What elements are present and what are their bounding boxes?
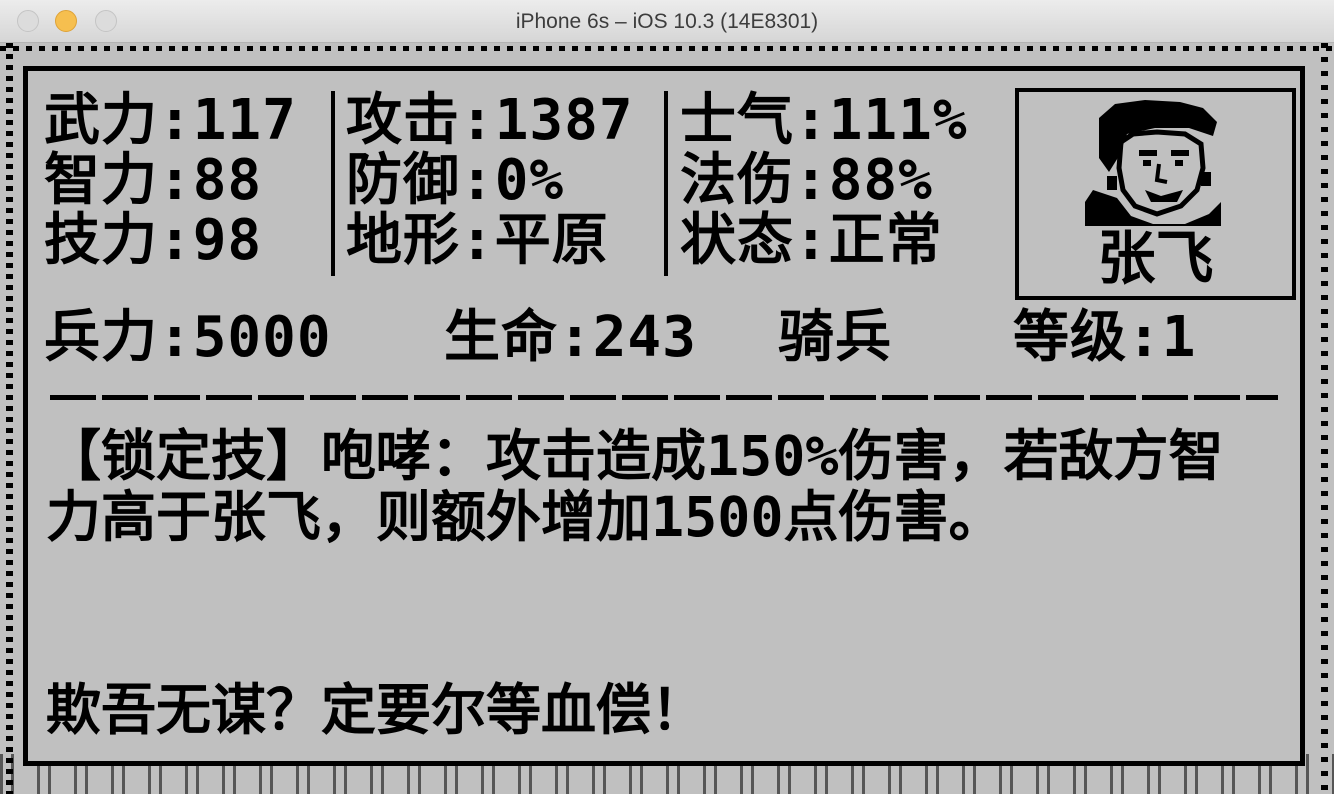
- column-divider: [664, 91, 668, 276]
- skill-description: 【锁定技】咆哮：攻击造成150%伤害，若敌方智力高于张飞，则额外增加1500点伤…: [46, 424, 1224, 549]
- stat-level: 等级:1: [1013, 305, 1197, 370]
- stat-status: 状态:正常: [680, 208, 943, 273]
- stat-defense: 防御:0%: [346, 148, 565, 213]
- stat-zhili: 智力:88: [44, 148, 263, 213]
- general-face-portrait: [1085, 100, 1221, 226]
- window-title: iPhone 6s – iOS 10.3 (14E8301): [515, 10, 819, 33]
- stat-terrain: 地形:平原: [346, 208, 609, 273]
- stat-life: 生命:243: [444, 305, 697, 370]
- window-titlebar: iPhone 6s – iOS 10.3 (14E8301): [0, 0, 1334, 43]
- section-divider: [50, 395, 1278, 400]
- stat-magic-damage: 法伤:88%: [680, 148, 933, 213]
- stat-troops: 兵力:5000: [44, 305, 332, 370]
- stat-wuli: 武力:117: [44, 88, 297, 153]
- stat-attack: 攻击:1387: [346, 88, 634, 153]
- column-divider: [331, 91, 335, 276]
- stat-jili: 技力:98: [44, 208, 263, 273]
- portrait-name: 张飞: [1097, 224, 1214, 292]
- general-info-dialog[interactable]: 武力:117 智力:88 技力:98 攻击:1387 防御:0% 地形:平原 士…: [23, 66, 1305, 766]
- unit-type: 骑兵: [778, 305, 892, 370]
- general-portrait-frame: 张飞: [1015, 88, 1296, 300]
- general-quote: 欺吾无谋？定要尔等血偿！: [46, 678, 707, 742]
- stat-morale: 士气:111%: [680, 88, 968, 153]
